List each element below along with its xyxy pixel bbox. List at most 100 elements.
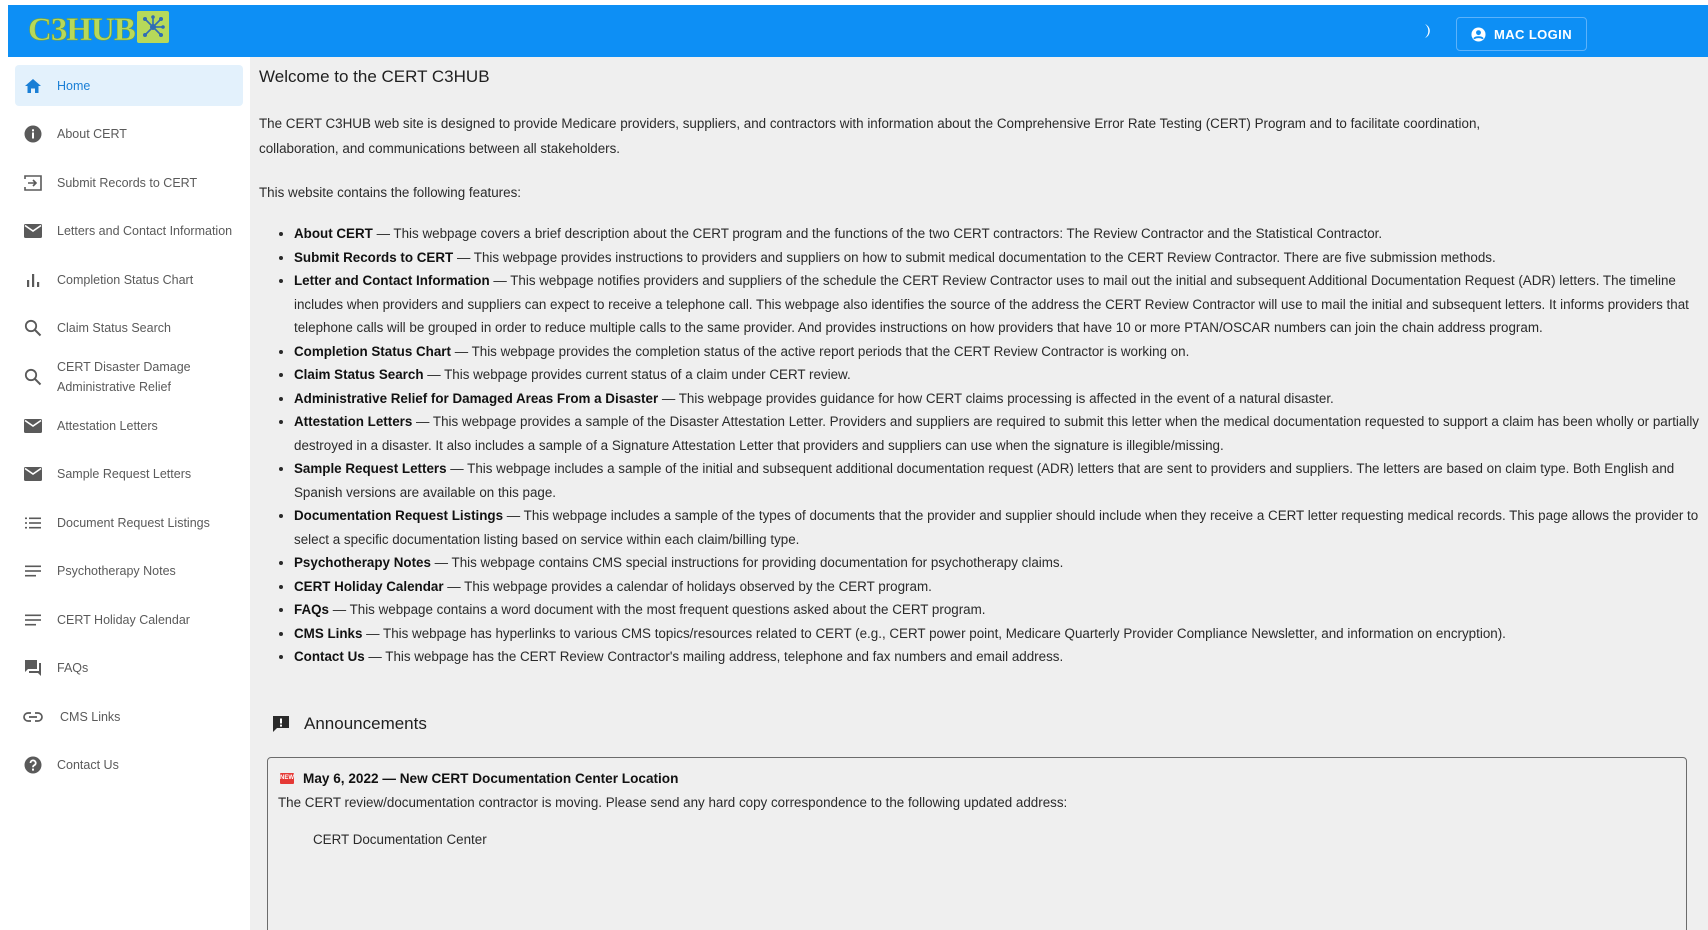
feature-name[interactable]: FAQs — [294, 602, 329, 617]
sidebar-item-label: Attestation Letters — [57, 419, 158, 433]
feature-name[interactable]: About CERT — [294, 226, 373, 241]
sidebar-item-label: CERT Disaster Damage Administrative Reli… — [57, 360, 191, 394]
notes-icon — [23, 610, 43, 630]
feature-name[interactable]: Claim Status Search — [294, 367, 424, 382]
sidebar-item-label: Completion Status Chart — [57, 273, 194, 287]
sidebar-item-sample-request-letters[interactable]: Sample Request Letters — [15, 454, 243, 494]
announcements-title: Announcements — [304, 714, 427, 733]
search-icon — [23, 318, 43, 338]
list-item: Psychotherapy Notes — This webpage conta… — [294, 551, 1708, 575]
feature-desc: — This webpage has the CERT Review Contr… — [364, 649, 1064, 664]
top-app-bar: C3HUB MAC LOGIN — [8, 5, 1708, 57]
feature-desc: — This webpage contains CMS special inst… — [430, 555, 1064, 570]
list-item: Claim Status Search — This webpage provi… — [294, 363, 1708, 387]
feature-name[interactable]: Administrative Relief for Damaged Areas … — [294, 391, 658, 406]
sidebar-item-label: Contact Us — [57, 758, 119, 772]
announcements-heading: Announcements — [272, 714, 427, 734]
sidebar-item-letters-contact[interactable]: Letters and Contact Information — [15, 211, 243, 251]
sidebar-item-label: Letters and Contact Information — [57, 224, 233, 238]
list-item: About CERT — This webpage covers a brief… — [294, 222, 1708, 246]
sidebar-item-claim-status-search[interactable]: Claim Status Search — [15, 308, 243, 348]
sidebar-item-label: Document Request Listings — [57, 516, 210, 530]
feature-name[interactable]: Submit Records to CERT — [294, 250, 453, 265]
notes-icon — [23, 561, 43, 581]
sidebar-item-about-cert[interactable]: About CERT — [15, 114, 243, 154]
feature-desc: — This webpage includes a sample of the … — [294, 508, 1699, 547]
sidebar-item-contact-us[interactable]: Contact Us — [15, 745, 243, 785]
feature-desc: — This webpage provides current status o… — [423, 367, 851, 382]
list-item: Sample Request Letters — This webpage in… — [294, 457, 1708, 504]
feature-desc: — This webpage provides a sample of the … — [294, 414, 1699, 453]
login-arrow-icon — [23, 173, 43, 193]
list-item: Completion Status Chart — This webpage p… — [294, 340, 1708, 364]
feature-desc: — This webpage provides instructions to … — [453, 249, 1496, 265]
announcement-address: CERT Documentation Center — [313, 832, 487, 847]
announcement-title: NEW May 6, 2022 — New CERT Documentation… — [280, 771, 678, 786]
feature-name[interactable]: Psychotherapy Notes — [294, 555, 431, 570]
list-item: Contact Us — This webpage has the CERT R… — [294, 645, 1708, 669]
list-item: CMS Links — This webpage has hyperlinks … — [294, 622, 1708, 646]
list-item: Submit Records to CERT — This webpage pr… — [294, 246, 1708, 270]
list-item: Documentation Request Listings — This we… — [294, 504, 1708, 551]
sidebar-item-disaster-relief[interactable]: CERT Disaster Damage Administrative Reli… — [15, 354, 243, 400]
help-icon — [23, 755, 43, 775]
sidebar-item-label: FAQs — [57, 661, 89, 675]
feature-desc: — This webpage provides a calendar of ho… — [443, 578, 932, 594]
sidebar-item-label: CMS Links — [60, 710, 121, 724]
main-content: Welcome to the CERT C3HUB The CERT C3HUB… — [250, 57, 1708, 930]
bar-chart-icon — [23, 270, 43, 290]
sidebar-item-label: About CERT — [57, 127, 127, 141]
sidebar-item-home[interactable]: Home — [15, 65, 243, 106]
sidebar-item-attestation-letters[interactable]: Attestation Letters — [15, 406, 243, 446]
moon-icon[interactable] — [1418, 21, 1438, 41]
sidebar-item-submit-records[interactable]: Submit Records to CERT — [15, 163, 243, 203]
page-title: Welcome to the CERT C3HUB — [259, 67, 490, 86]
announcement-card: NEW May 6, 2022 — New CERT Documentation… — [267, 757, 1687, 930]
search-icon — [23, 367, 43, 387]
mac-login-label: MAC LOGIN — [1494, 26, 1572, 42]
c3hub-logo[interactable]: C3HUB — [28, 11, 169, 49]
sidebar-item-label: Claim Status Search — [57, 321, 171, 335]
sidebar-item-label: Sample Request Letters — [57, 467, 192, 481]
features-list: About CERT — This webpage covers a brief… — [294, 222, 1708, 669]
mail-icon — [23, 416, 43, 436]
mail-icon — [23, 221, 43, 241]
home-icon — [23, 76, 43, 96]
new-badge-icon: NEW — [280, 773, 294, 784]
sidebar-item-label: Submit Records to CERT — [57, 176, 198, 190]
feature-desc: — This webpage covers a brief descriptio… — [372, 226, 1383, 241]
logo-text: C3HUB — [28, 12, 136, 49]
mac-login-button[interactable]: MAC LOGIN — [1456, 17, 1587, 51]
feature-name[interactable]: Documentation Request Listings — [294, 508, 503, 523]
announcement-body: The CERT review/documentation contractor… — [278, 795, 1068, 810]
sidebar-item-faqs[interactable]: FAQs — [15, 648, 243, 688]
feature-desc: — This webpage provides guidance for how… — [658, 390, 1334, 406]
feature-name[interactable]: Contact Us — [294, 649, 365, 664]
account-circle-icon — [1471, 26, 1486, 42]
feature-name[interactable]: CERT Holiday Calendar — [294, 579, 444, 594]
sidebar-item-label: CERT Holiday Calendar — [57, 613, 190, 627]
feature-name[interactable]: CMS Links — [294, 626, 362, 641]
sidebar-nav: Home About CERT Submit Records to CERT L… — [8, 57, 250, 930]
feature-desc: — This webpage contains a word document … — [328, 602, 986, 617]
feature-desc: — This webpage includes a sample of the … — [294, 461, 1675, 500]
sidebar-item-psychotherapy-notes[interactable]: Psychotherapy Notes — [15, 551, 243, 591]
mail-icon — [23, 464, 43, 484]
list-item: FAQs — This webpage contains a word docu… — [294, 598, 1708, 622]
feature-name[interactable]: Completion Status Chart — [294, 344, 451, 359]
list-item: Attestation Letters — This webpage provi… — [294, 410, 1708, 457]
feature-desc: — This webpage has hyperlinks to various… — [362, 625, 1506, 641]
info-icon — [23, 124, 43, 144]
sidebar-item-document-request-listings[interactable]: Document Request Listings — [15, 503, 243, 543]
sidebar-item-completion-status[interactable]: Completion Status Chart — [15, 260, 243, 300]
feature-desc: — This webpage notifies providers and su… — [294, 273, 1689, 335]
feature-name[interactable]: Attestation Letters — [294, 414, 412, 429]
sidebar-item-holiday-calendar[interactable]: CERT Holiday Calendar — [15, 600, 243, 640]
intro-paragraph: The CERT C3HUB web site is designed to p… — [259, 116, 1481, 156]
list-item: CERT Holiday Calendar — This webpage pro… — [294, 575, 1708, 599]
feature-name[interactable]: Letter and Contact Information — [294, 273, 490, 288]
feature-desc: — This webpage provides the completion s… — [450, 343, 1190, 359]
feature-name[interactable]: Sample Request Letters — [294, 461, 447, 476]
link-icon — [23, 707, 43, 727]
sidebar-item-cms-links[interactable]: CMS Links — [15, 697, 243, 737]
